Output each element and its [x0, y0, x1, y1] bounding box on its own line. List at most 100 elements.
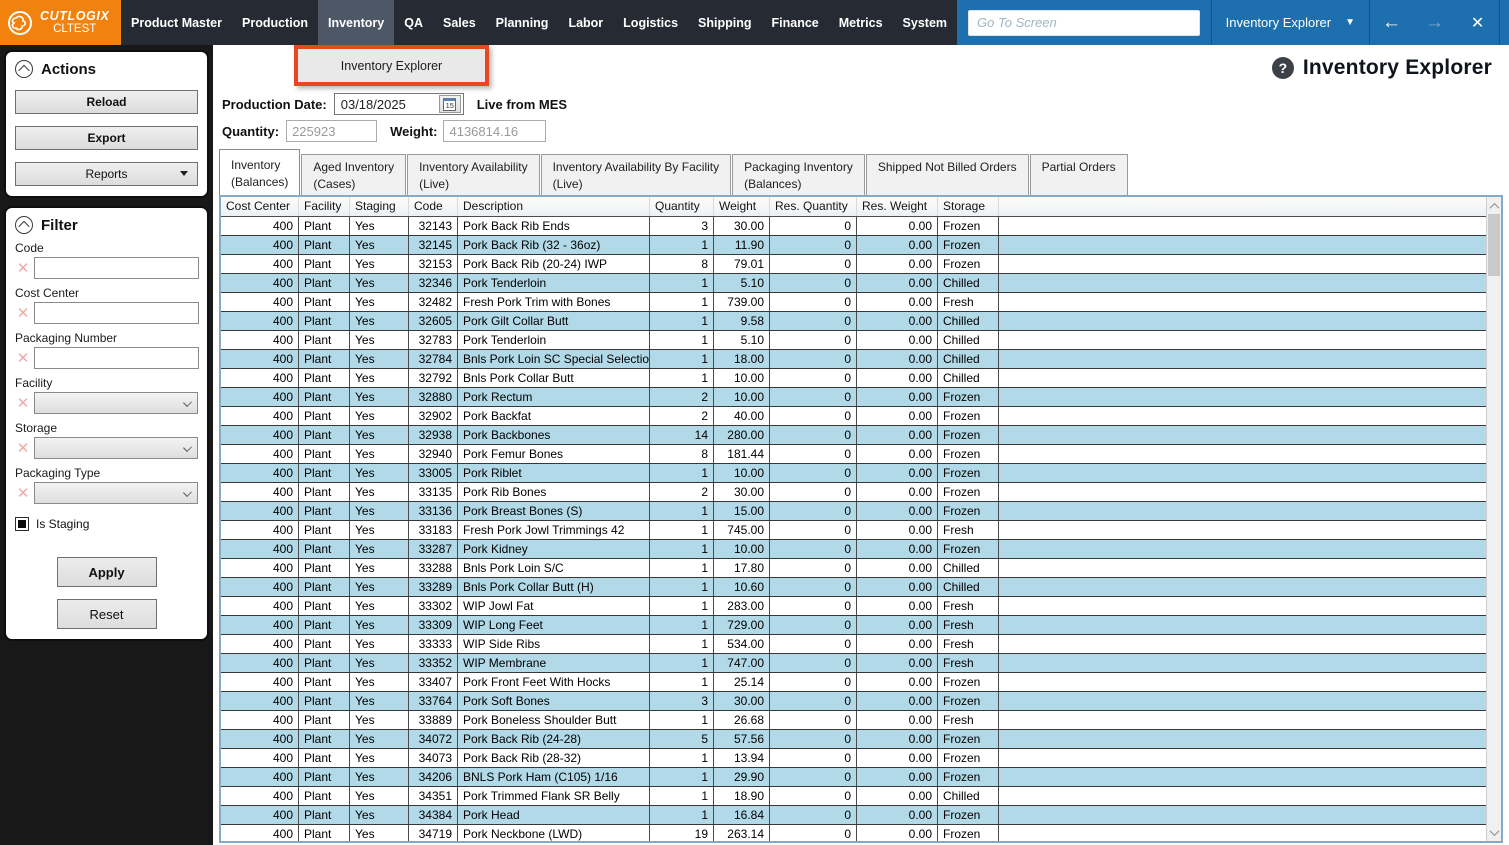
- collapse-actions-button[interactable]: [15, 60, 33, 78]
- back-button[interactable]: ←: [1370, 12, 1413, 34]
- nav-item-metrics[interactable]: Metrics: [829, 0, 893, 45]
- forward-button[interactable]: →: [1413, 12, 1456, 34]
- export-button[interactable]: Export: [15, 126, 198, 150]
- go-to-screen-input[interactable]: [968, 9, 1201, 36]
- nav-item-sales[interactable]: Sales: [433, 0, 486, 45]
- tab-inventory-availability-by-facility-live[interactable]: Inventory Availability By Facility (Live): [540, 154, 732, 195]
- clear-filter-icon[interactable]: ✕: [15, 261, 31, 276]
- table-row[interactable]: 400 Plant Yes 32153 Pork Back Rib (20-24) IW…: [221, 255, 1486, 274]
- table-row[interactable]: 400 Plant Yes 33183 Fresh Pork Jowl Trimming…: [221, 521, 1486, 540]
- clear-filter-icon[interactable]: ✕: [15, 306, 31, 321]
- apply-button[interactable]: Apply: [56, 557, 157, 587]
- is-staging-checkbox[interactable]: [15, 517, 29, 531]
- nav-item-labor[interactable]: Labor: [558, 0, 613, 45]
- nav-item-product-master[interactable]: Product Master: [121, 0, 232, 45]
- table-row[interactable]: 400 Plant Yes 33764 Pork Soft Bones 3 30.00 0 0.…: [221, 692, 1486, 711]
- favorite-button[interactable]: ★: [1500, 10, 1509, 35]
- nav-item-qa[interactable]: QA: [394, 0, 433, 45]
- clear-filter-icon[interactable]: ✕: [15, 486, 31, 501]
- scroll-down-button[interactable]: [1487, 824, 1501, 840]
- table-row[interactable]: 400 Plant Yes 33136 Pork Breast Bones (S) 1 15…: [221, 502, 1486, 521]
- column-header-res-quantity[interactable]: Res. Quantity: [770, 197, 857, 216]
- clear-filter-icon[interactable]: ✕: [15, 351, 31, 366]
- table-row[interactable]: 400 Plant Yes 34384 Pork Head 1 16.84 0 0.00 Froz…: [221, 806, 1486, 825]
- nav-item-logistics[interactable]: Logistics: [613, 0, 688, 45]
- table-row[interactable]: 400 Plant Yes 32783 Pork Tenderloin 1 5.10 0 0.0…: [221, 331, 1486, 350]
- table-row[interactable]: 400 Plant Yes 33287 Pork Kidney 1 10.00 0 0.00 Fr…: [221, 540, 1486, 559]
- tab-inventory-availability-live[interactable]: Inventory Availability (Live): [407, 154, 540, 195]
- table-row[interactable]: 400 Plant Yes 33889 Pork Boneless Shoulder B…: [221, 711, 1486, 730]
- nav-item-production[interactable]: Production: [232, 0, 318, 45]
- production-date-input[interactable]: 03/18/2025 15: [333, 93, 464, 115]
- table-row[interactable]: 400 Plant Yes 33407 Pork Front Feet With Hoc…: [221, 673, 1486, 692]
- table-row[interactable]: 400 Plant Yes 33302 WIP Jowl Fat 1 283.00 0 0.00…: [221, 597, 1486, 616]
- table-row[interactable]: 400 Plant Yes 32346 Pork Tenderloin 1 5.10 0 0.0…: [221, 274, 1486, 293]
- calendar-picker-button[interactable]: 15: [438, 95, 461, 113]
- table-row[interactable]: 400 Plant Yes 32482 Fresh Pork Trim with Bon…: [221, 293, 1486, 312]
- facility-filter-select[interactable]: [34, 392, 198, 414]
- table-row[interactable]: 400 Plant Yes 33333 WIP Side Ribs 1 534.00 0 0.0…: [221, 635, 1486, 654]
- column-header-quantity[interactable]: Quantity: [650, 197, 714, 216]
- vertical-scrollbar[interactable]: [1486, 197, 1501, 841]
- nav-item-shipping[interactable]: Shipping: [688, 0, 761, 45]
- tab-shipped-not-billed-orders[interactable]: Shipped Not Billed Orders: [865, 154, 1029, 195]
- clear-filter-icon[interactable]: ✕: [15, 441, 31, 456]
- reset-button[interactable]: Reset: [56, 599, 157, 629]
- column-header-cost-center[interactable]: Cost Center: [221, 197, 299, 216]
- cost-center-filter-input[interactable]: [34, 302, 199, 324]
- inventory-explorer-menu-item[interactable]: Inventory Explorer: [294, 45, 489, 86]
- table-row[interactable]: 400 Plant Yes 32880 Pork Rectum 2 10.00 0 0.00 Fr…: [221, 388, 1486, 407]
- table-row[interactable]: 400 Plant Yes 33352 WIP Membrane 1 747.00 0 0.00…: [221, 654, 1486, 673]
- table-row[interactable]: 400 Plant Yes 32938 Pork Backbones 14 280.00 0 0…: [221, 426, 1486, 445]
- column-header-description[interactable]: Description: [458, 197, 650, 216]
- table-row[interactable]: 400 Plant Yes 33288 Bnls Pork Loin S/C 1 17.80…: [221, 559, 1486, 578]
- tab-inventory-balances[interactable]: Inventory (Balances): [219, 149, 301, 195]
- table-row[interactable]: 400 Plant Yes 33309 WIP Long Feet 1 729.00 0 0.0…: [221, 616, 1486, 635]
- table-row[interactable]: 400 Plant Yes 34351 Pork Trimmed Flank SR Be…: [221, 787, 1486, 806]
- packaging-number-filter-input[interactable]: [34, 347, 199, 369]
- column-header-facility[interactable]: Facility: [299, 197, 350, 216]
- reload-button[interactable]: Reload: [15, 90, 198, 114]
- table-row[interactable]: 400 Plant Yes 32784 Bnls Pork Loin SC Specia…: [221, 350, 1486, 369]
- table-row[interactable]: 400 Plant Yes 32940 Pork Femur Bones 8 181.44 0…: [221, 445, 1486, 464]
- cell-quantity: 8: [650, 255, 714, 273]
- nav-item-system[interactable]: System: [893, 0, 957, 45]
- table-row[interactable]: 400 Plant Yes 34206 BNLS Pork Ham (C105) 1/1…: [221, 768, 1486, 787]
- table-row[interactable]: 400 Plant Yes 32902 Pork Backfat 2 40.00 0 0.00 F…: [221, 407, 1486, 426]
- table-row[interactable]: 400 Plant Yes 33289 Bnls Pork Collar Butt (H…: [221, 578, 1486, 597]
- storage-filter-select[interactable]: [34, 437, 198, 459]
- tab-partial-orders[interactable]: Partial Orders: [1029, 154, 1128, 195]
- tab-aged-inventory-cases[interactable]: Aged Inventory (Cases): [301, 154, 407, 195]
- close-screen-button[interactable]: ✕: [1456, 13, 1499, 33]
- scrollbar-thumb[interactable]: [1488, 214, 1500, 276]
- packaging-type-filter-select[interactable]: [34, 482, 198, 504]
- scroll-up-button[interactable]: [1487, 198, 1501, 214]
- column-header-weight[interactable]: Weight: [714, 197, 770, 216]
- table-row[interactable]: 400 Plant Yes 32792 Bnls Pork Collar Butt 1 10…: [221, 369, 1486, 388]
- column-header-code[interactable]: Code: [409, 197, 458, 216]
- clear-filter-icon[interactable]: ✕: [15, 396, 31, 411]
- collapse-filter-button[interactable]: [15, 216, 33, 234]
- table-row[interactable]: 400 Plant Yes 33005 Pork Riblet 1 10.00 0 0.00 Fr…: [221, 464, 1486, 483]
- nav-item-planning[interactable]: Planning: [486, 0, 559, 45]
- screen-selector-dropdown[interactable]: Inventory Explorer ▼: [1212, 15, 1369, 30]
- weight-field[interactable]: [443, 120, 547, 142]
- quantity-field[interactable]: [286, 120, 378, 142]
- table-row[interactable]: 400 Plant Yes 32143 Pork Back Rib Ends 3 30.00…: [221, 217, 1486, 236]
- table-row[interactable]: 400 Plant Yes 34073 Pork Back Rib (28-32) 1 13…: [221, 749, 1486, 768]
- nav-item-finance[interactable]: Finance: [762, 0, 829, 45]
- table-row[interactable]: 400 Plant Yes 32145 Pork Back Rib (32 - 36oz…: [221, 236, 1486, 255]
- table-row[interactable]: 400 Plant Yes 34719 Pork Neckbone (LWD) 19 263…: [221, 825, 1486, 841]
- reports-dropdown-button[interactable]: Reports: [15, 162, 198, 186]
- column-header-res-weight[interactable]: Res. Weight: [857, 197, 938, 216]
- column-header-staging[interactable]: Staging: [350, 197, 409, 216]
- table-row[interactable]: 400 Plant Yes 34072 Pork Back Rib (24-28) 5 57…: [221, 730, 1486, 749]
- cell-code: 33764: [409, 692, 458, 710]
- nav-item-inventory[interactable]: Inventory: [317, 0, 395, 45]
- column-header-storage[interactable]: Storage: [938, 197, 999, 216]
- help-button[interactable]: ?: [1271, 57, 1294, 79]
- tab-packaging-inventory-balances[interactable]: Packaging Inventory (Balances): [732, 154, 865, 195]
- table-row[interactable]: 400 Plant Yes 33135 Pork Rib Bones 2 30.00 0 0.0…: [221, 483, 1486, 502]
- code-filter-input[interactable]: [34, 257, 199, 279]
- table-row[interactable]: 400 Plant Yes 32605 Pork Gilt Collar Butt 1 9.…: [221, 312, 1486, 331]
